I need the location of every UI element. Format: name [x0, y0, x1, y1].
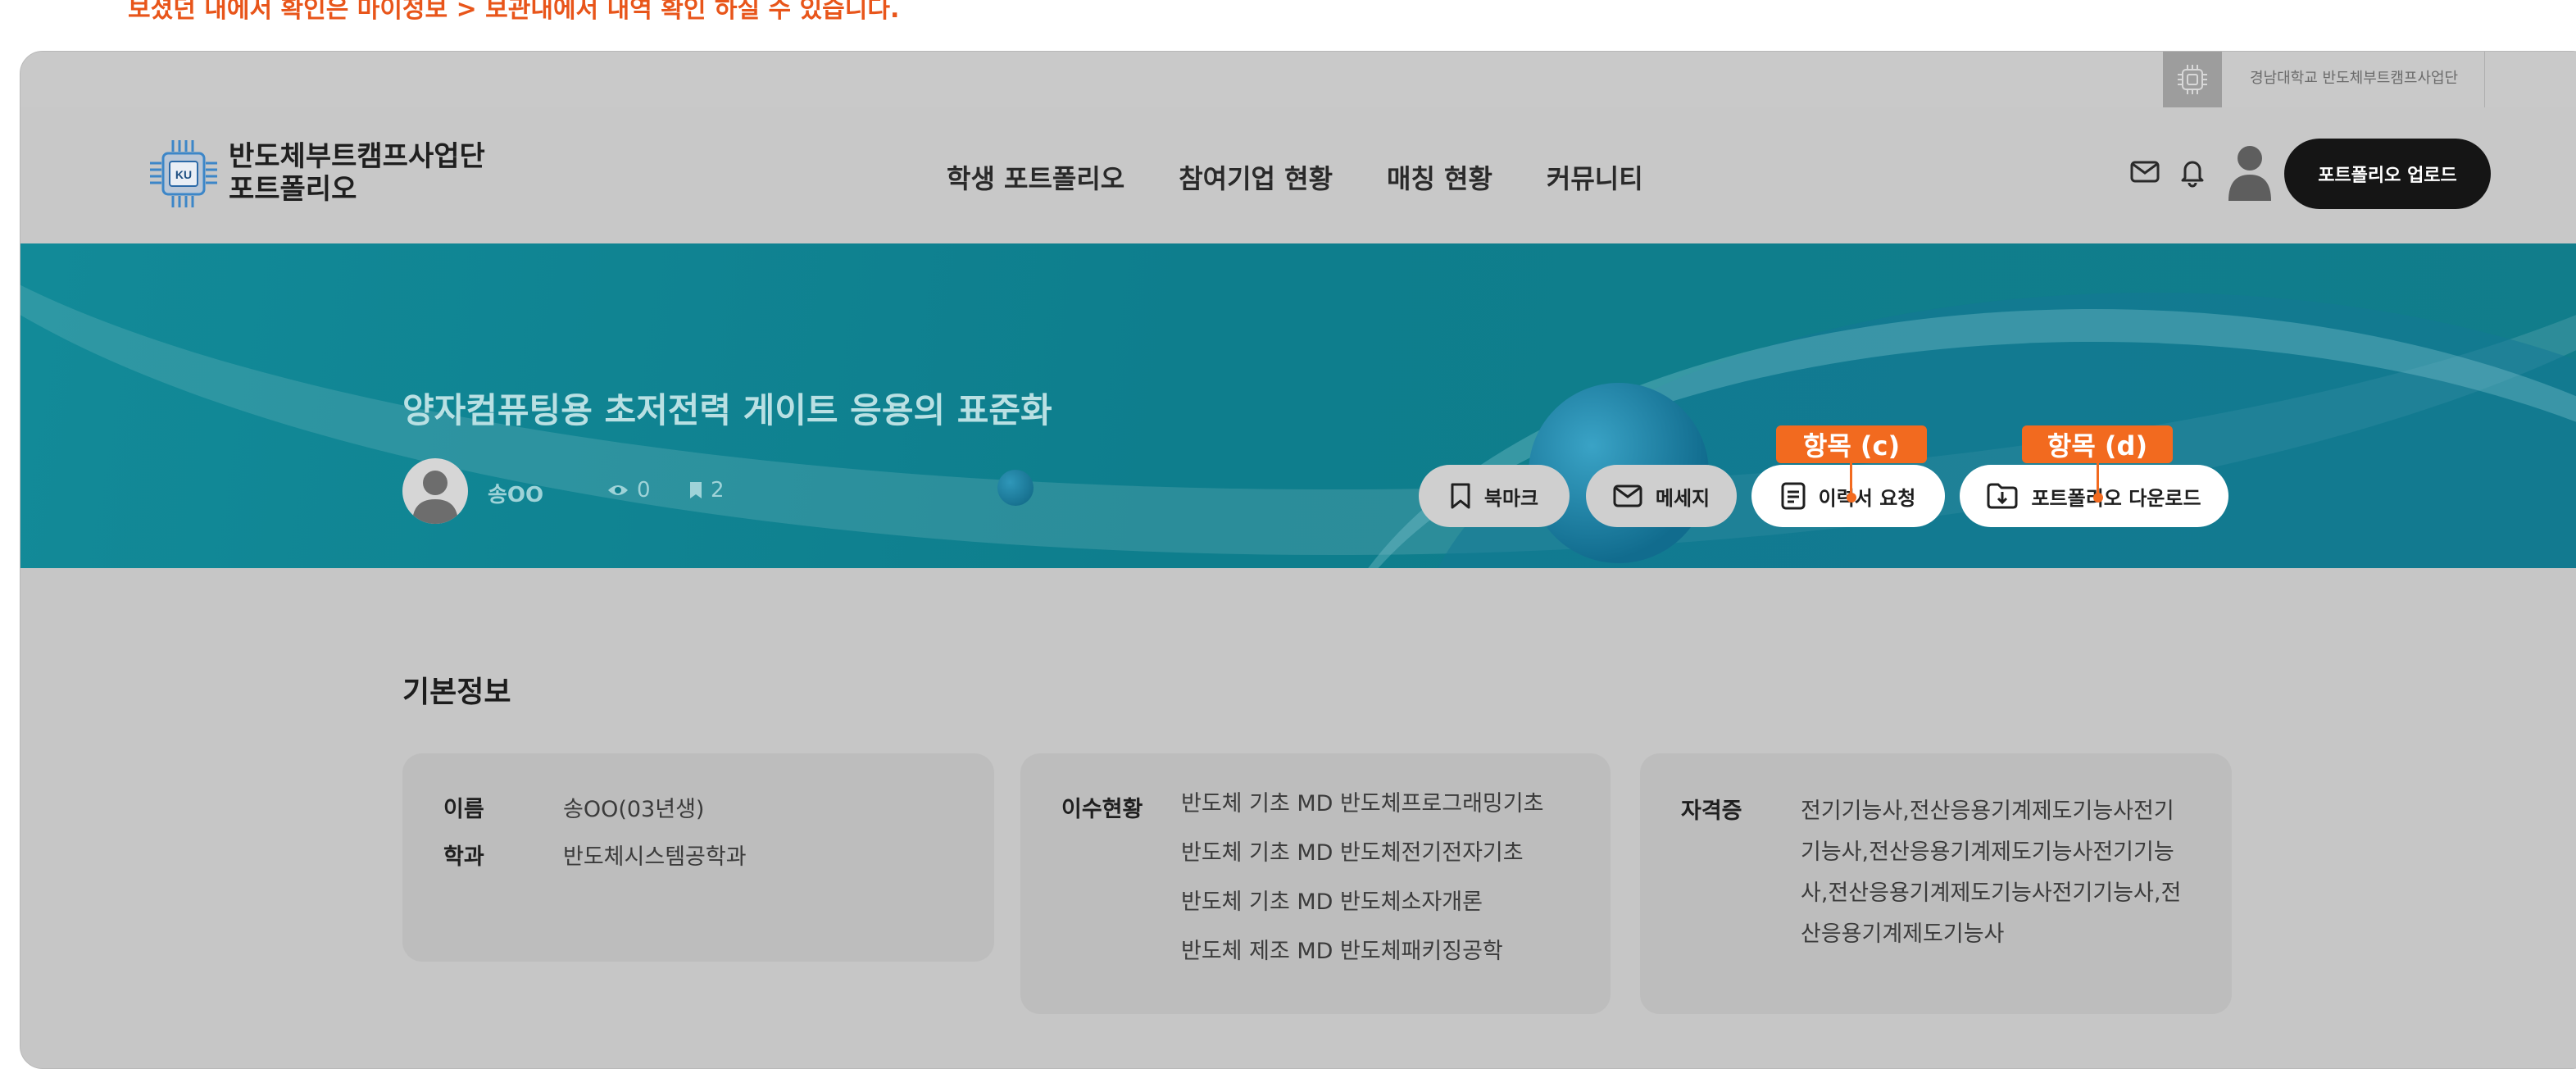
mail-icon [1613, 484, 1642, 507]
portfolio-title: 양자컴퓨팅용 초저전력 게이트 응용의 표준화 [402, 390, 1052, 430]
cert-value: 전기기능사,전산응용기계제도기능사전기기능사,전산응용기계제도기능사전기기능사,… [1801, 798, 2182, 947]
document-icon [1781, 482, 1806, 510]
utility-bar: 경남대학교 반도체부트캠프사업단 [20, 52, 2576, 108]
org-logo-icon [2163, 52, 2222, 107]
bookmark-button[interactable]: 북마크 [1419, 465, 1570, 527]
callout-d-dot [2093, 493, 2103, 503]
callout-c: 항목 (c) [1776, 425, 1927, 463]
banner-sphere [997, 470, 1034, 506]
nav-community[interactable]: 커뮤니티 [1547, 158, 1643, 196]
callout-d-line [2097, 463, 2099, 496]
mail-icon[interactable] [2128, 155, 2161, 191]
svg-text:KU: KU [175, 168, 192, 181]
nav-student-portfolio[interactable]: 학생 포트폴리오 [947, 158, 1124, 196]
view-count: 0 [607, 478, 651, 503]
section-title: 기본정보 [402, 676, 511, 709]
name-label: 이름 [443, 797, 484, 822]
callout-d: 항목 (d) [2022, 425, 2173, 463]
portfolio-banner: 양자컴퓨팅용 초저전력 게이트 응용의 표준화 송OO 0 2 북마크 메세지 … [20, 243, 2576, 568]
bookmark-small-icon [690, 482, 702, 498]
chip-logo-icon[interactable]: KU [145, 135, 222, 212]
message-button[interactable]: 메세지 [1586, 465, 1737, 527]
course-item: 반도체 기초 MD 반도체전기전자기초 [1181, 840, 1524, 866]
site-header: KU 반도체부트캠프사업단 포트폴리오 학생 포트폴리오 참여기업 현황 매칭 … [20, 107, 2576, 243]
eye-icon [608, 485, 628, 495]
callout-c-line [1850, 463, 1852, 496]
divider [2484, 52, 2485, 107]
callout-c-dot [1847, 493, 1856, 503]
folder-download-icon [1987, 483, 2018, 509]
portfolio-upload-button[interactable]: 포트폴리오 업로드 [2284, 139, 2491, 209]
cert-label: 자격증 [1681, 798, 1742, 824]
logo-title[interactable]: 반도체부트캠프사업단 [229, 140, 485, 173]
main-nav: 학생 포트폴리오 참여기업 현황 매칭 현황 커뮤니티 [947, 158, 1643, 196]
profile-card: 이름 송OO(03년생) 학과 반도체시스템공학과 [402, 753, 994, 962]
name-row: 이름 송OO(03년생) [443, 791, 704, 823]
course-item: 반도체 기초 MD 반도체소자개론 [1181, 889, 1483, 915]
dept-value: 반도체시스템공학과 [563, 844, 747, 870]
bookmark-count: 2 [689, 478, 725, 503]
author-name[interactable]: 송OO [488, 478, 543, 508]
nav-matching[interactable]: 매칭 현황 [1387, 158, 1492, 196]
bell-icon[interactable] [2176, 155, 2209, 191]
dept-row: 학과 반도체시스템공학과 [443, 839, 747, 871]
course-item: 반도체 제조 MD 반도체패키징공학 [1181, 939, 1503, 964]
nav-companies[interactable]: 참여기업 현황 [1179, 158, 1333, 196]
info-note: 보셨던 내에서 확인은 마이정보 > 보관내에서 내역 확인 하실 수 있습니다… [128, 0, 900, 24]
certificates-card: 자격증 전기기능사,전산응용기계제도기능사전기기능사,전산응용기계제도기능사전기… [1640, 753, 2232, 1014]
logo-subtitle[interactable]: 포트폴리오 [229, 173, 357, 206]
dept-label: 학과 [443, 844, 484, 870]
user-avatar-icon[interactable] [2225, 140, 2274, 206]
browser-frame: 경남대학교 반도체부트캠프사업단 KU 반도체부트캠프사업단 포트폴리오 학생 … [20, 51, 2576, 1069]
author-avatar[interactable] [402, 458, 468, 524]
courses-list: 반도체 기초 MD 반도체프로그래밍기초 반도체 기초 MD 반도체전기전자기초… [1181, 780, 1543, 976]
org-name[interactable]: 경남대학교 반도체부트캠프사업단 [2250, 66, 2458, 88]
name-value: 송OO(03년생) [563, 797, 705, 822]
courses-card: 이수현황 반도체 기초 MD 반도체프로그래밍기초 반도체 기초 MD 반도체전… [1020, 753, 1611, 1014]
courses-label: 이수현황 [1061, 797, 1143, 822]
bookmark-icon [1451, 483, 1470, 509]
course-item: 반도체 기초 MD 반도체프로그래밍기초 [1181, 791, 1544, 817]
